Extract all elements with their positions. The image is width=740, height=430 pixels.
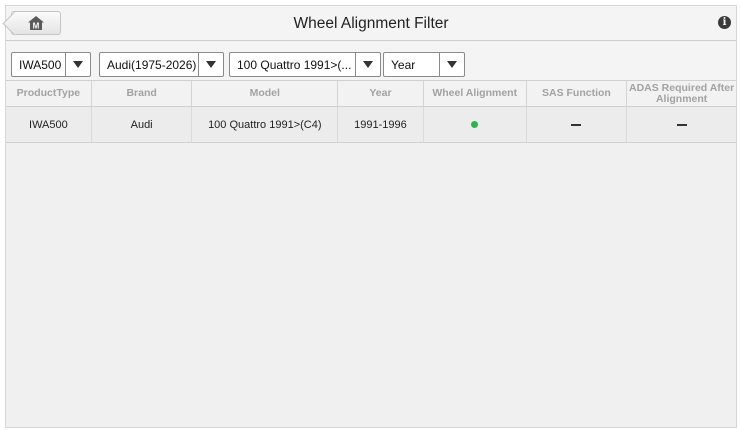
- model-dropdown[interactable]: 100 Quattro 1991>(...: [229, 52, 381, 77]
- table-header: ProductType Brand Model Year Wheel Align…: [6, 80, 736, 107]
- dropdown-arrow-icon[interactable]: [355, 53, 380, 76]
- column-header-adas-required: ADAS Required After Alignment: [629, 81, 735, 105]
- product-type-dropdown[interactable]: IWA500: [11, 52, 91, 77]
- year-dropdown[interactable]: Year: [383, 52, 465, 77]
- cell-wheel-alignment: [424, 107, 527, 142]
- dropdown-arrow-icon[interactable]: [439, 53, 464, 76]
- home-icon: M: [28, 16, 44, 31]
- dash-icon: [571, 123, 582, 126]
- home-button[interactable]: M: [11, 11, 61, 35]
- svg-text:M: M: [33, 22, 40, 31]
- column-header-brand: Brand: [92, 81, 193, 106]
- column-header-product-type: ProductType: [6, 81, 92, 106]
- model-value: 100 Quattro 1991>(...: [237, 57, 352, 72]
- cell-adas-required: [627, 107, 736, 142]
- page-title: Wheel Alignment Filter: [293, 15, 449, 32]
- title-bar: M Wheel Alignment Filter i: [6, 6, 736, 41]
- column-header-sas-function: SAS Function: [527, 81, 628, 106]
- dash-icon: [676, 123, 687, 126]
- supported-dot-icon: [471, 121, 479, 128]
- dropdown-arrow-icon[interactable]: [198, 53, 223, 76]
- cell-year: 1991-1996: [338, 107, 424, 142]
- column-header-wheel-alignment: Wheel Alignment: [424, 81, 527, 106]
- table-row[interactable]: IWA500 Audi 100 Quattro 1991>(C4) 1991-1…: [6, 107, 736, 143]
- cell-brand: Audi: [92, 107, 193, 142]
- dropdown-arrow-icon[interactable]: [65, 53, 90, 76]
- info-icon[interactable]: i: [718, 16, 731, 29]
- cell-sas-function: [527, 107, 628, 142]
- cell-model: 100 Quattro 1991>(C4): [192, 107, 339, 142]
- brand-value: Audi(1975-2026): [107, 57, 197, 72]
- column-header-model: Model: [192, 81, 339, 106]
- brand-dropdown[interactable]: Audi(1975-2026): [99, 52, 224, 77]
- product-type-value: IWA500: [19, 57, 62, 72]
- filter-bar: IWA500 Audi(1975-2026) 100 Quattro 1991>…: [6, 42, 736, 80]
- cell-product-type: IWA500: [6, 107, 92, 142]
- column-header-year: Year: [338, 81, 424, 106]
- year-value: Year: [391, 57, 416, 72]
- app-frame: M Wheel Alignment Filter i IWA500 Audi(1…: [5, 5, 737, 428]
